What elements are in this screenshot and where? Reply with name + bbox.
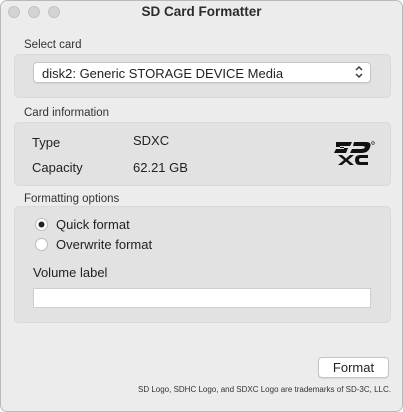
type-value: SDXC [133,133,170,148]
capacity-label: Capacity [32,160,83,175]
quick-format-radio[interactable] [35,218,48,231]
formatting-options-label: Formatting options [24,193,120,205]
select-card-label: Select card [24,39,82,51]
capacity-value: 62.21 GB [133,160,188,175]
sdxc-logo-icon [334,141,375,165]
app-window: SD Card Formatter Select card disk2: Gen… [0,0,403,412]
format-button[interactable]: Format [318,357,389,378]
type-label: Type [32,135,61,150]
card-select-dropdown[interactable]: disk2: Generic STORAGE DEVICE Media [33,62,371,83]
title-bar: SD Card Formatter [1,1,402,23]
volume-label-input[interactable] [33,288,371,308]
card-select-value: disk2: Generic STORAGE DEVICE Media [42,66,284,81]
overwrite-format-label[interactable]: Overwrite format [56,237,152,252]
quick-format-label[interactable]: Quick format [56,217,130,232]
up-down-chevron-icon [355,66,363,78]
overwrite-format-radio[interactable] [35,238,48,251]
card-information-label: Card information [24,107,110,119]
window-title: SD Card Formatter [141,4,262,19]
trademark-notice: SD Logo, SDHC Logo, and SDXC Logo are tr… [137,385,391,394]
volume-label-caption: Volume label [33,265,108,280]
